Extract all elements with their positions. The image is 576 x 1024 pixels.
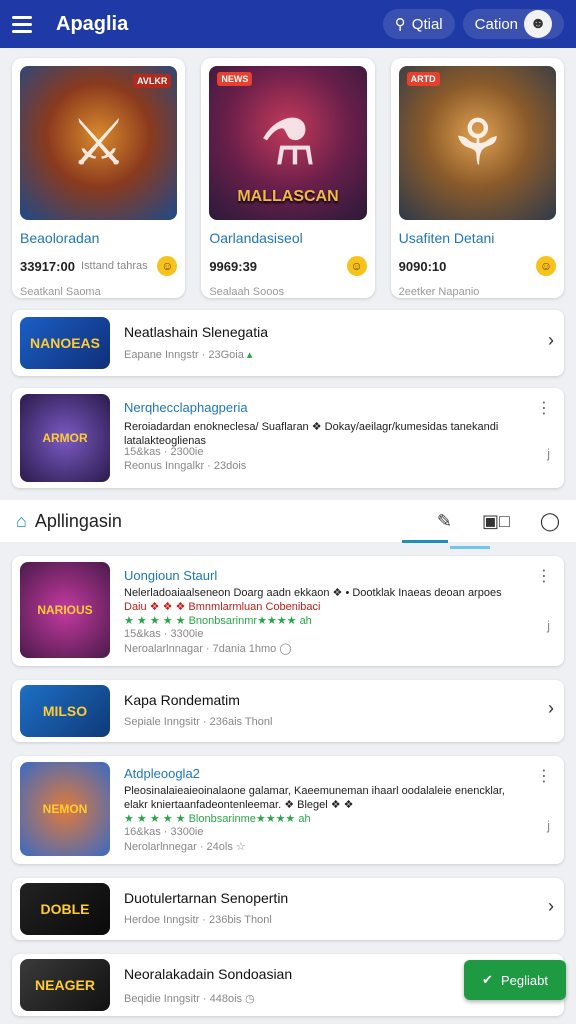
- chevron-right-icon[interactable]: ›: [548, 896, 554, 917]
- list-item[interactable]: NARIOUS Uongioun Staurl Nelerladoaiaalse…: [12, 556, 564, 666]
- search-icon: ⚲: [394, 16, 406, 33]
- more-options-icon[interactable]: ⋮: [536, 566, 552, 586]
- warrior-artwork-icon: ⚔: [69, 106, 128, 179]
- search-label: Qtial: [411, 15, 443, 33]
- featured-subtitle: Sealaah Sooos: [209, 286, 284, 298]
- featured-name: Oarlandasiseol: [209, 230, 303, 246]
- rating-stars: ★ ★ ★ ★ ★ Blonbsarinme★★★★ ah: [124, 813, 311, 825]
- chevron-right-icon[interactable]: ›: [548, 330, 554, 351]
- featured-card[interactable]: ARTD ⚘ Usafiten Detani 9090:10 ☺ 2eetker…: [390, 58, 564, 298]
- featured-tag: ARTD: [406, 72, 440, 86]
- list-item-description: Nelerladoaiaalseneon Doarg aadn ekkaon ❖…: [124, 587, 502, 613]
- download-icon: ▴: [246, 349, 253, 361]
- list-item-meta: Beqidie Inngsitr · 448ois ◷: [124, 993, 255, 1005]
- rating-stars: ★ ★ ★ ★ ★ Bnonbsarinmr★★★★ ah: [124, 615, 312, 627]
- featured-tag: NEWS: [217, 72, 253, 86]
- list-item-title: Duotulertarnan Senopertin: [124, 890, 289, 906]
- list-item-size: 16&kas · 3300ie: [124, 826, 204, 838]
- featured-name: Beaoloradan: [20, 230, 100, 246]
- featured-name: Usafiten Detani: [398, 230, 495, 246]
- list-item[interactable]: DOBLE Duotulertarnan Senopertin Herdoe I…: [12, 878, 564, 940]
- featured-card[interactable]: AVLKR ⚔ Beaoloradan 33917:00 Isttand tah…: [12, 58, 186, 298]
- list-item-meta: Neroalarlnnagar · 7dania 1hmo ◯: [124, 643, 292, 655]
- account-button[interactable]: Cation ☻: [462, 9, 564, 39]
- edit-icon[interactable]: ✎: [437, 511, 452, 532]
- primary-action-label: Pegliabt: [500, 972, 548, 988]
- list-item-meta: Sepiale Inngsitr · 236ais Thonl: [124, 716, 273, 728]
- info-icon: j: [547, 446, 550, 461]
- chat-icon: ◯: [279, 643, 292, 655]
- featured-price: 9969:39: [209, 258, 258, 274]
- game-thumbnail: ARMOR: [20, 394, 110, 482]
- list-item-size: 15&kas · 3300ie: [124, 628, 204, 640]
- list-item-title: Neatlashain Slenegatia: [124, 324, 268, 340]
- info-icon: j: [547, 618, 550, 633]
- list-item-meta: Eapane Inngstr · 23Goia ▴: [124, 349, 253, 361]
- smiley-icon: ☺: [157, 256, 178, 276]
- list-item-description: Pleosinalaieaieoinalaone galamar, Kaeemu…: [124, 785, 505, 811]
- list-item-meta: Reonus Inngalkr · 23dois: [124, 460, 247, 472]
- section-actions: ✎ ▣□ ◯: [437, 511, 560, 532]
- top-actions: ⚲ Qtial Cation ☻: [382, 9, 564, 39]
- account-label: Cation: [474, 15, 518, 33]
- warrior-artwork-icon: ⚗: [259, 106, 317, 179]
- game-thumbnail: NARIOUS: [20, 562, 110, 658]
- featured-artwork: NEWS ⚗ MALLASCAN: [209, 66, 367, 220]
- chat-icon[interactable]: ◯: [540, 511, 560, 532]
- game-thumbnail: DOBLE: [20, 883, 110, 935]
- more-options-icon[interactable]: ⋮: [536, 398, 552, 418]
- list-item-meta: Herdoe Inngsitr · 236bis Thonl: [124, 914, 272, 926]
- list-item[interactable]: NANOEAS Neatlashain Slenegatia Eapane In…: [12, 310, 564, 376]
- more-options-icon[interactable]: ⋮: [536, 766, 552, 786]
- list-item[interactable]: ARMOR Nerqhecclaphagperia Reroiadardan e…: [12, 388, 564, 488]
- secondary-tab-indicator: [450, 546, 490, 549]
- star-icon: ☆: [235, 841, 246, 853]
- gallery-icon[interactable]: ▣□: [482, 511, 510, 532]
- info-icon: j: [547, 818, 550, 833]
- list-item-title: Atdpleoogla2: [124, 766, 200, 781]
- game-thumbnail: NANOEAS: [20, 317, 110, 369]
- list-item-description: Reroiadardan enokneclesa/ Suaflaran ❖ Do…: [124, 421, 499, 447]
- featured-extra: Isttand tahras: [80, 260, 148, 272]
- section-title: Apllingasin: [34, 510, 122, 531]
- top-app-bar: Apaglia ⚲ Qtial Cation ☻: [0, 0, 576, 48]
- list-item-title: Nerqhecclaphagperia: [124, 400, 248, 415]
- home-icon: ⌂: [16, 510, 27, 531]
- featured-subtitle: Seatkanl Saoma: [20, 286, 101, 298]
- list-item[interactable]: NEMON Atdpleoogla2 Pleosinalaieaieoinala…: [12, 756, 564, 864]
- section-header: ⌂ Apllingasin ✎ ▣□ ◯: [0, 500, 576, 542]
- avatar: ☻: [524, 10, 552, 38]
- featured-price: 9090:10: [398, 258, 447, 274]
- warrior-artwork-icon: ⚘: [448, 106, 506, 179]
- app-title: Apaglia: [56, 12, 129, 35]
- featured-artwork: AVLKR ⚔: [20, 66, 178, 220]
- featured-tag: AVLKR: [132, 74, 172, 88]
- clock-icon: ◷: [245, 993, 255, 1005]
- primary-action-button[interactable]: ✔ Pegliabt: [464, 960, 566, 1000]
- edit-icon: ✔: [482, 972, 493, 987]
- search-button[interactable]: ⚲ Qtial: [382, 9, 455, 39]
- featured-artwork: ARTD ⚘: [398, 66, 556, 220]
- game-thumbnail: NEAGER: [20, 959, 110, 1011]
- featured-cards: AVLKR ⚔ Beaoloradan 33917:00 Isttand tah…: [12, 58, 564, 298]
- list-item-title: Kapa Rondematim: [124, 692, 240, 708]
- smiley-icon: ☺: [346, 256, 367, 276]
- featured-art-title: MALLASCAN: [237, 188, 339, 205]
- menu-icon[interactable]: [12, 10, 40, 38]
- active-tab-indicator: [402, 540, 448, 543]
- featured-card[interactable]: NEWS ⚗ MALLASCAN Oarlandasiseol 9969:39 …: [201, 58, 375, 298]
- game-thumbnail: MILSO: [20, 685, 110, 737]
- smiley-icon: ☺: [535, 256, 556, 276]
- list-item-title: Uongioun Staurl: [124, 568, 218, 583]
- chevron-right-icon[interactable]: ›: [548, 698, 554, 719]
- list-item-title: Neoralakadain Sondoasian: [124, 966, 293, 982]
- list-item-size: 15&kas · 2300ie: [124, 446, 204, 458]
- featured-price: 33917:00: [20, 258, 75, 274]
- featured-subtitle: 2eetker Napanio: [398, 286, 480, 298]
- list-item[interactable]: MILSO Kapa Rondematim Sepiale Inngsitr ·…: [12, 680, 564, 742]
- list-item-meta: Nerolarlnnegar · 24ols ☆: [124, 841, 246, 853]
- game-thumbnail: NEMON: [20, 762, 110, 856]
